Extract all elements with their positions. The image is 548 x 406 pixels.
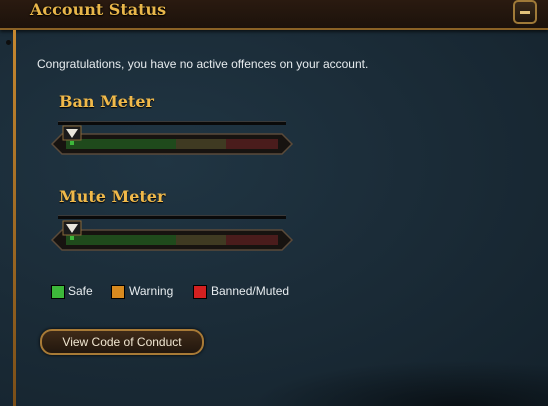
legend-banned-label: Banned/Muted [211, 284, 290, 298]
rail-rivet-icon [6, 40, 11, 45]
view-code-of-conduct-button[interactable]: View Code of Conduct [40, 329, 204, 355]
left-rail-divider [13, 30, 16, 406]
ban-meter-bar [50, 133, 294, 155]
view-code-of-conduct-label: View Code of Conduct [62, 335, 182, 349]
banned-swatch-icon [193, 285, 207, 299]
status-message: Congratulations, you have no active offe… [37, 57, 369, 71]
mute-meter-rule [58, 215, 286, 219]
ban-meter-title: Ban Meter [59, 92, 154, 111]
minus-icon [520, 11, 530, 14]
mute-meter-bar [50, 229, 294, 251]
ban-meter-rule [58, 121, 286, 125]
ban-meter [50, 131, 294, 157]
panel-title: Account Status [30, 0, 167, 19]
ban-meter-pointer-icon [62, 125, 82, 145]
panel-header: Account Status [0, 0, 548, 30]
decorative-texture [250, 360, 548, 406]
account-status-panel: Account Status Congratulations, you have… [0, 0, 548, 406]
collapse-button[interactable] [513, 0, 537, 24]
mute-meter-pointer-icon [62, 220, 82, 240]
mute-meter-title: Mute Meter [59, 187, 166, 206]
legend-warning-label: Warning [129, 284, 174, 298]
legend-safe-label: Safe [68, 284, 93, 298]
mute-meter [50, 227, 294, 253]
warning-swatch-icon [111, 285, 125, 299]
safe-swatch-icon [51, 285, 65, 299]
